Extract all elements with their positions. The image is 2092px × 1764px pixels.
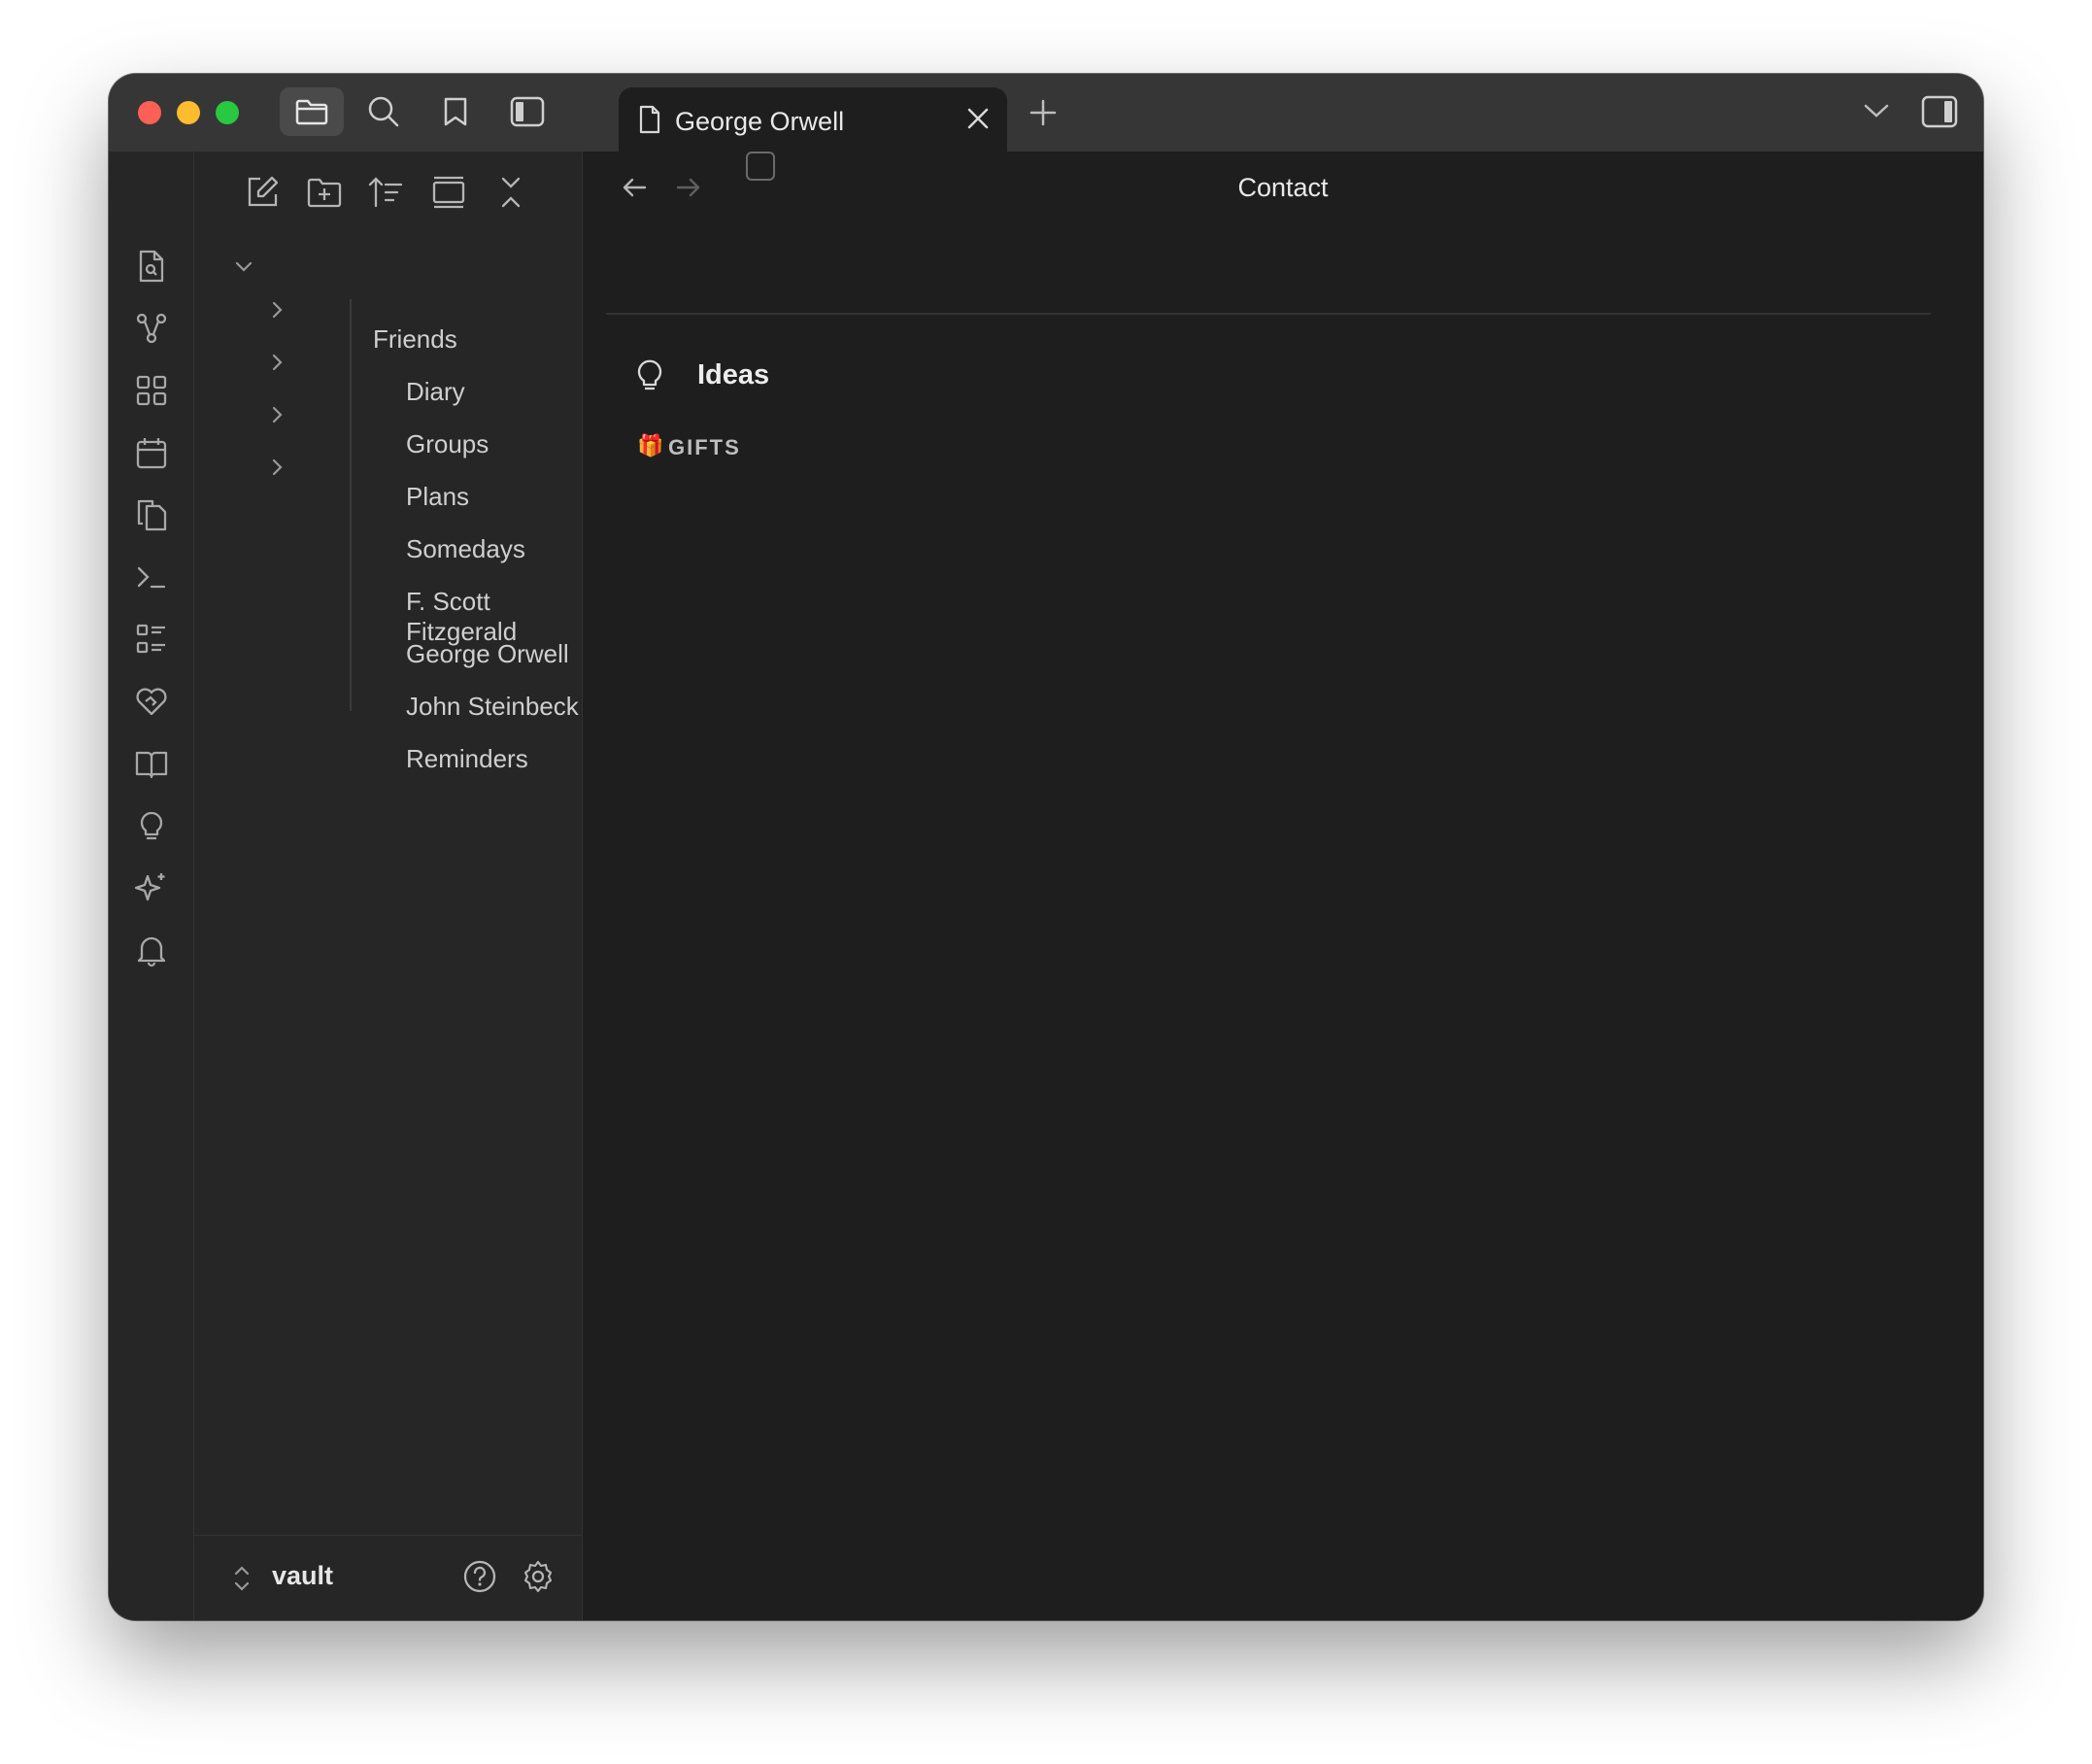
- app-window: George Orwell Friends Diary Groups Plans…: [109, 74, 1983, 1620]
- file-explorer-button[interactable]: [280, 87, 344, 136]
- close-tab-icon[interactable]: [964, 105, 992, 132]
- close-window-button[interactable]: [138, 101, 161, 124]
- folder-plans[interactable]: Plans: [406, 482, 469, 512]
- file-f-scott-fitzgerald[interactable]: F. Scott Fitzgerald: [406, 587, 582, 647]
- folder-diary[interactable]: Diary: [406, 377, 465, 407]
- tab-george-orwell[interactable]: George Orwell: [619, 87, 1007, 152]
- tab-label: George Orwell: [675, 107, 845, 136]
- new-note-icon[interactable]: [243, 173, 282, 212]
- vault-name[interactable]: vault: [272, 1561, 333, 1591]
- canvas-grid-icon[interactable]: [134, 373, 169, 408]
- new-tab-icon[interactable]: [1029, 99, 1057, 126]
- ribbon: [109, 152, 194, 1620]
- lightbulb-icon: [637, 359, 662, 390]
- search-icon: [368, 96, 399, 127]
- chevron-right-icon[interactable]: [266, 457, 287, 478]
- lightbulb-icon[interactable]: [134, 808, 169, 843]
- open-book-icon[interactable]: [134, 746, 169, 781]
- file-reminders[interactable]: Reminders: [406, 744, 528, 774]
- auto-reveal-icon[interactable]: [429, 173, 468, 212]
- chevron-up-down-icon[interactable]: [231, 1563, 253, 1594]
- chevron-down-icon[interactable]: [233, 256, 254, 278]
- sparkles-icon[interactable]: [134, 870, 169, 905]
- chevron-down-icon[interactable]: [1863, 101, 1890, 120]
- folder-icon: [295, 99, 328, 125]
- folder-friends[interactable]: Friends: [373, 324, 457, 355]
- chevron-right-icon[interactable]: [266, 299, 287, 321]
- sort-icon[interactable]: [367, 173, 406, 212]
- title-bar: George Orwell: [109, 74, 1983, 152]
- toggle-left-sidebar-button[interactable]: [495, 87, 559, 136]
- search-button[interactable]: [352, 87, 416, 136]
- file-explorer: Friends Diary Groups Plans Somedays F. S…: [194, 152, 583, 1620]
- help-icon[interactable]: [462, 1559, 497, 1594]
- bell-icon[interactable]: [134, 933, 169, 967]
- editor-pane: Contact Ideas 🎁 GIFTS: [583, 152, 1983, 1620]
- sidebar-left-icon: [510, 96, 545, 127]
- calendar-icon[interactable]: [134, 435, 169, 470]
- chevron-right-icon[interactable]: [266, 352, 287, 373]
- new-folder-icon[interactable]: [305, 173, 344, 212]
- zoom-window-button[interactable]: [216, 101, 239, 124]
- folder-groups[interactable]: Groups: [406, 429, 489, 459]
- gear-icon[interactable]: [521, 1559, 556, 1594]
- file-john-steinbeck[interactable]: John Steinbeck: [406, 692, 579, 722]
- view-title: Contact: [1237, 173, 1329, 202]
- gift-icon: 🎁: [637, 433, 664, 458]
- document-icon: [639, 105, 660, 134]
- minimize-window-button[interactable]: [177, 101, 200, 124]
- heart-handshake-icon[interactable]: [134, 684, 169, 719]
- graph-view-icon[interactable]: [134, 311, 169, 346]
- copy-pages-icon[interactable]: [134, 497, 169, 532]
- collapse-all-icon[interactable]: [491, 173, 530, 212]
- gifts-heading: GIFTS: [668, 435, 741, 459]
- folder-somedays[interactable]: Somedays: [406, 534, 525, 564]
- bookmark-icon: [444, 97, 467, 126]
- ideas-title: Ideas: [697, 359, 770, 390]
- list-view-icon[interactable]: [134, 622, 169, 657]
- file-george-orwell[interactable]: George Orwell: [406, 639, 569, 669]
- sidebar-right-icon[interactable]: [1921, 95, 1958, 128]
- header-divider: [606, 313, 1931, 315]
- tree-guide-line: [350, 299, 352, 711]
- chevron-right-icon[interactable]: [266, 404, 287, 425]
- open-quick-switcher-icon[interactable]: [134, 249, 169, 284]
- bookmarks-button[interactable]: [423, 87, 488, 136]
- terminal-icon[interactable]: [134, 560, 169, 594]
- vault-switcher-bar: vault: [194, 1535, 582, 1620]
